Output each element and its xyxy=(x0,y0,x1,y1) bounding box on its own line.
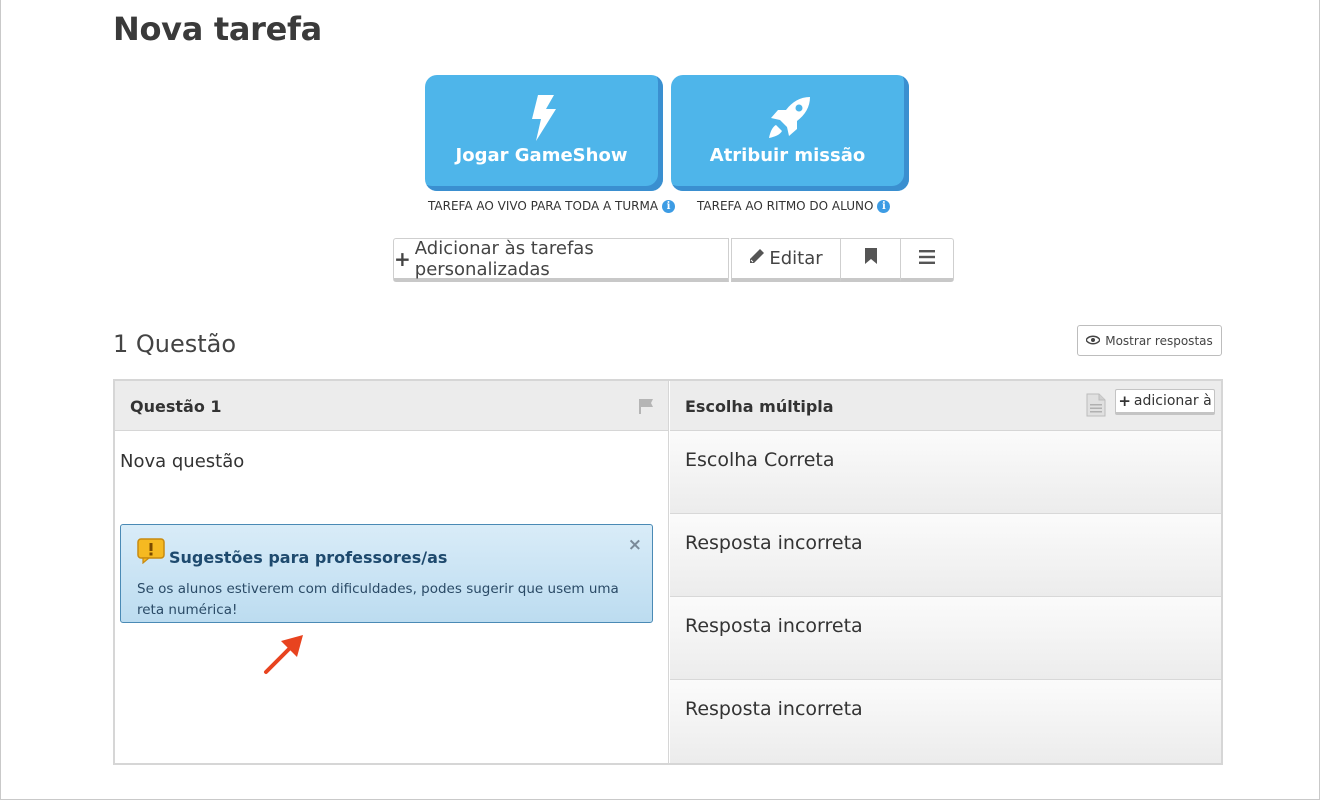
pencil-icon xyxy=(749,248,765,269)
question-header: Questão 1 xyxy=(115,381,668,431)
add-to-custom-tasks-button[interactable]: + Adicionar às tarefas personalizadas xyxy=(393,238,729,282)
mission-caption-text: TAREFA AO RITMO DO ALUNO xyxy=(697,199,874,213)
answer-option[interactable]: Resposta incorreta xyxy=(670,680,1221,763)
question-type: Escolha múltipla xyxy=(685,397,834,416)
page-title: Nova tarefa xyxy=(113,10,322,48)
answers-column: Escolha múltipla + adicionar à Escolha C… xyxy=(670,381,1221,763)
add-to-button[interactable]: + adicionar à xyxy=(1115,389,1215,415)
answer-text: Resposta incorreta xyxy=(685,532,863,554)
plus-icon: + xyxy=(1118,392,1131,410)
edit-button[interactable]: Editar xyxy=(731,238,841,282)
hamburger-menu-icon xyxy=(919,248,935,269)
teacher-tips-box: Sugestões para professores/as × Se os al… xyxy=(120,524,653,623)
show-answers-label: Mostrar respostas xyxy=(1105,333,1213,348)
plus-icon: + xyxy=(394,246,411,271)
eye-icon xyxy=(1085,334,1102,348)
answer-text: Resposta incorreta xyxy=(685,615,863,637)
bookmark-button[interactable] xyxy=(840,238,901,282)
play-gameshow-label: Jogar GameShow xyxy=(455,145,628,166)
arrow-annotation-icon xyxy=(263,631,307,680)
tips-body: Se os alunos estiverem com dificuldades,… xyxy=(137,581,619,618)
assign-mission-label: Atribuir missão xyxy=(709,145,866,166)
question-column: Questão 1 Nova questão Sugestões para pr… xyxy=(115,381,669,763)
gameshow-caption: TAREFA AO VIVO PARA TODA A TURMA i xyxy=(428,199,676,213)
answer-text: Escolha Correta xyxy=(685,449,835,471)
question-card: Questão 1 Nova questão Sugestões para pr… xyxy=(113,379,1223,765)
document-icon[interactable] xyxy=(1086,393,1106,422)
menu-button[interactable] xyxy=(900,238,954,282)
info-icon[interactable]: i xyxy=(662,199,676,213)
show-answers-button[interactable]: Mostrar respostas xyxy=(1077,325,1222,356)
warning-speech-icon xyxy=(137,538,165,569)
lightning-icon xyxy=(529,95,559,146)
rocket-icon xyxy=(766,95,814,146)
task-toolbar: + Adicionar às tarefas personalizadas Ed… xyxy=(393,238,954,282)
bookmark-icon xyxy=(864,248,877,269)
question-number: Questão 1 xyxy=(130,397,222,416)
close-icon[interactable]: × xyxy=(628,535,642,555)
answer-option[interactable]: Escolha Correta xyxy=(670,431,1221,514)
add-to-label: adicionar à xyxy=(1133,393,1212,409)
gameshow-caption-text: TAREFA AO VIVO PARA TODA A TURMA xyxy=(428,199,659,213)
mission-caption: TAREFA AO RITMO DO ALUNO i xyxy=(697,199,891,213)
answer-option[interactable]: Resposta incorreta xyxy=(670,597,1221,680)
add-to-custom-tasks-label: Adicionar às tarefas personalizadas xyxy=(414,237,594,280)
play-gameshow-button[interactable]: Jogar GameShow xyxy=(425,75,663,191)
answers-header: Escolha múltipla + adicionar à xyxy=(670,381,1221,431)
answer-text: Resposta incorreta xyxy=(685,698,863,720)
flag-icon[interactable] xyxy=(638,398,654,419)
assign-mission-button[interactable]: Atribuir missão xyxy=(671,75,909,191)
question-count: 1 Questão xyxy=(113,330,237,358)
info-icon[interactable]: i xyxy=(877,199,891,213)
question-text: Nova questão xyxy=(120,451,245,472)
tips-title: Sugestões para professores/as xyxy=(169,548,448,567)
answer-option[interactable]: Resposta incorreta xyxy=(670,514,1221,597)
edit-label: Editar xyxy=(769,248,823,269)
